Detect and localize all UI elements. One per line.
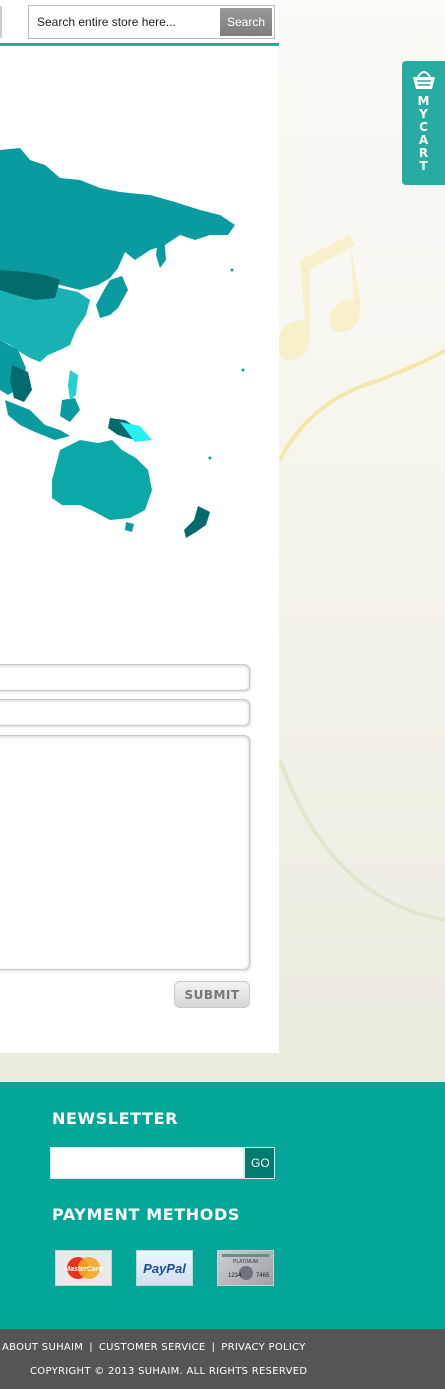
search-button[interactable]: Search bbox=[220, 8, 272, 36]
link-separator: | bbox=[89, 1342, 93, 1353]
newsletter-title: NEWSLETTER bbox=[52, 1109, 179, 1128]
header-bar: Search bbox=[0, 0, 279, 46]
contact-name-input[interactable] bbox=[0, 664, 250, 691]
mycart-label: MYCART bbox=[417, 94, 430, 173]
submit-button[interactable]: SUBMIT bbox=[174, 981, 250, 1008]
bottom-bar: ABOUT SUHAIM | CUSTOMER SERVICE | PRIVACY PO… bbox=[0, 1329, 445, 1389]
paypal-text: PayPal bbox=[143, 1261, 186, 1276]
music-note-decoration bbox=[277, 235, 445, 922]
paypal-icon: PayPal bbox=[136, 1250, 193, 1286]
platinum-label: PLATINUM bbox=[233, 1259, 258, 1265]
header-left-edge bbox=[0, 6, 2, 38]
link-separator: | bbox=[211, 1342, 216, 1353]
payment-methods-title: PAYMENT METHODS bbox=[52, 1205, 240, 1224]
mastercard-icon: MasterCard bbox=[55, 1250, 112, 1286]
copyright-text: COPYRIGHT © 2013 SUHAIM. ALL RIGHTS RESE… bbox=[30, 1366, 308, 1377]
footer: NEWSLETTER GO PAYMENT METHODS MasterCard… bbox=[0, 1082, 445, 1329]
mastercard-text: MasterCard bbox=[64, 1266, 103, 1273]
basket-icon bbox=[412, 71, 435, 89]
about-suhaim-link[interactable]: ABOUT SUHAIM bbox=[2, 1342, 83, 1353]
newsletter-go-button[interactable]: GO bbox=[244, 1147, 275, 1179]
platinum-card-icon: PLATINUM 1234 7465 bbox=[217, 1250, 274, 1286]
privacy-policy-link[interactable]: PRIVACY POLICY bbox=[221, 1342, 305, 1353]
contact-message-textarea[interactable] bbox=[0, 735, 250, 970]
contact-email-input[interactable] bbox=[0, 699, 250, 726]
header-underline bbox=[0, 43, 279, 46]
card-digits-left: 1234 bbox=[228, 1273, 242, 1279]
footer-links: ABOUT SUHAIM | CUSTOMER SERVICE | PRIVACY PO… bbox=[2, 1342, 306, 1353]
world-map-asia-pacific bbox=[0, 148, 245, 538]
search-input[interactable] bbox=[29, 6, 238, 38]
search-box: Search bbox=[28, 5, 275, 39]
newsletter-email-input[interactable] bbox=[50, 1147, 244, 1179]
customer-service-link[interactable]: CUSTOMER SERVICE bbox=[99, 1342, 206, 1353]
mycart-tab[interactable]: MYCART bbox=[402, 61, 445, 185]
card-digits-right: 7465 bbox=[256, 1273, 270, 1279]
